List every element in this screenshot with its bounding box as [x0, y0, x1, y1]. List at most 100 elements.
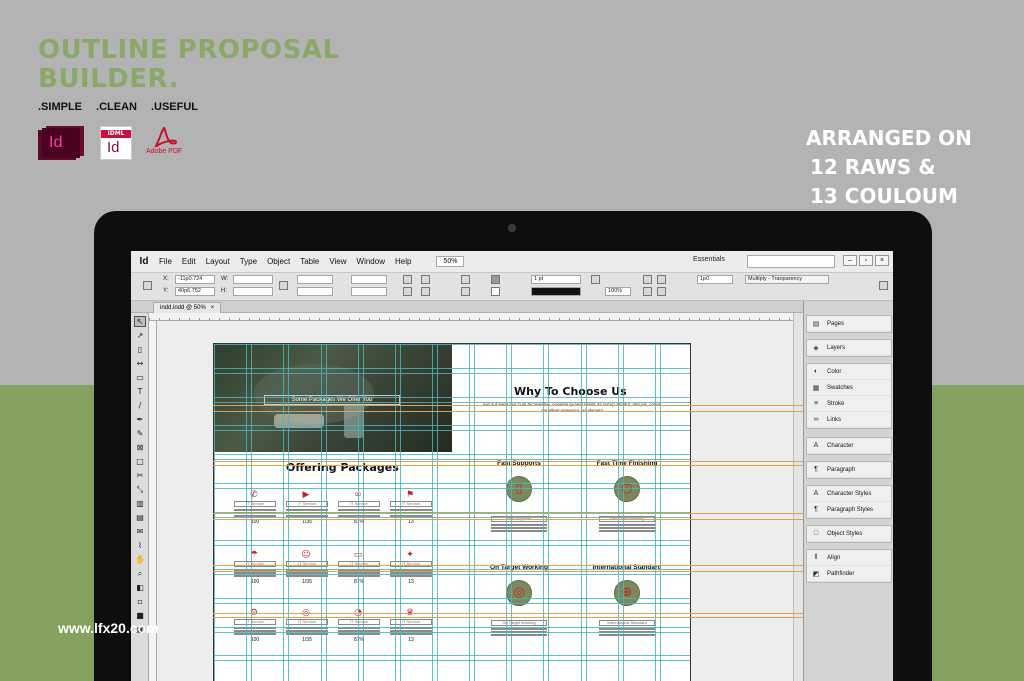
content-collector-icon[interactable]: ▭ — [134, 372, 146, 383]
package-item[interactable]: ☺ IT Service 1/35 — [286, 550, 328, 590]
ruler-guide[interactable] — [213, 519, 803, 520]
panel-pathfinder[interactable]: ◩ Pathfinder — [807, 566, 891, 582]
offering-packages-title[interactable]: Offering Packages — [286, 461, 399, 474]
rotate-field[interactable] — [351, 275, 387, 284]
ruler-guide[interactable] — [213, 617, 803, 618]
offset-field[interactable]: 1p0 — [697, 275, 733, 284]
rectangle-frame-tool-icon[interactable]: ⊠ — [134, 442, 146, 453]
select-container-icon[interactable] — [461, 275, 470, 284]
stroke-type-select[interactable] — [531, 287, 581, 296]
package-item[interactable]: ◎IT Service1/35 — [286, 608, 328, 648]
panel-character-styles[interactable]: A Character Styles — [807, 486, 891, 502]
height-field[interactable] — [233, 287, 273, 296]
package-item[interactable]: ▭IT Service87% — [338, 550, 380, 590]
menu-edit[interactable]: Edit — [177, 257, 201, 266]
rectangle-tool-icon[interactable]: □ — [134, 456, 146, 467]
package-item[interactable]: ☂ IT Service 100 — [234, 550, 276, 590]
scale-x-field[interactable] — [297, 275, 333, 284]
panel-layers[interactable]: ◈ Layers — [807, 340, 891, 356]
ruler-guide[interactable] — [213, 461, 803, 462]
ruler-guide[interactable] — [213, 613, 803, 614]
gradient-tool-icon[interactable]: ▥ — [134, 498, 146, 509]
selection-tool-icon[interactable]: ↖ — [134, 316, 146, 327]
vertical-scrollbar[interactable] — [793, 313, 803, 681]
panel-swatches[interactable]: ▦ Swatches — [807, 380, 891, 396]
menu-layout[interactable]: Layout — [201, 257, 235, 266]
note-tool-icon[interactable]: ✉ — [134, 526, 146, 537]
scale-y-field[interactable] — [297, 287, 333, 296]
close-tab-icon[interactable]: × — [211, 305, 215, 311]
panel-color[interactable]: ◐ Color — [807, 364, 891, 380]
fit-content-icon[interactable] — [643, 275, 652, 284]
fit-frame-icon[interactable] — [657, 275, 666, 284]
zoom-level-select[interactable]: 50% — [436, 256, 465, 267]
panel-paragraph-styles[interactable]: ¶ Paragraph Styles — [807, 502, 891, 518]
search-input[interactable] — [747, 255, 835, 268]
blend-mode-select[interactable]: Multiply - Tranparency — [745, 275, 829, 284]
pen-tool-icon[interactable]: ✒ — [134, 414, 146, 425]
panel-links[interactable]: ∞ Links — [807, 412, 891, 428]
workspace-switcher[interactable]: Essentials — [693, 256, 725, 263]
close-button[interactable]: × — [875, 255, 889, 266]
package-item[interactable]: ♛ IT Service 13 — [390, 608, 432, 648]
hand-tool-icon[interactable]: ✋ — [134, 554, 146, 565]
panel-pages[interactable]: ▤ Pages — [807, 316, 891, 332]
opacity-field[interactable]: 100% — [605, 287, 631, 296]
maximize-button[interactable]: ▫ — [859, 255, 873, 266]
scissors-tool-icon[interactable]: ✂ — [134, 470, 146, 481]
ruler-guide[interactable] — [213, 465, 803, 466]
eyedropper-tool-icon[interactable]: ⌇ — [134, 540, 146, 551]
package-item[interactable]: ▶ IT Service 1/35 — [286, 490, 328, 530]
pencil-tool-icon[interactable]: ✎ — [134, 428, 146, 439]
feature-badge[interactable]: ▯ — [506, 476, 532, 502]
line-tool-icon[interactable]: / — [134, 400, 146, 411]
menu-object[interactable]: Object — [262, 257, 295, 266]
free-transform-tool-icon[interactable]: ⤡ — [134, 484, 146, 495]
package-item[interactable]: ⚙ IT Service 100 — [234, 608, 276, 648]
constrain-proportions-icon[interactable] — [279, 281, 288, 290]
type-tool-icon[interactable]: T — [134, 386, 146, 397]
document-page[interactable]: Some Packages We Offer You Why To Choose… — [213, 343, 691, 681]
stroke-weight-field[interactable]: 1 pt — [531, 275, 581, 284]
rotate-ccw-icon[interactable] — [421, 275, 430, 284]
zoom-tool-icon[interactable]: ⌕ — [134, 568, 146, 579]
flip-vertical-icon[interactable] — [421, 287, 430, 296]
package-item[interactable]: ◔IT Service87% — [338, 608, 380, 648]
panel-align[interactable]: ⫴ Align — [807, 550, 891, 566]
package-item[interactable]: ✆ IT Service 100 — [234, 490, 276, 530]
panel-character[interactable]: A Character — [807, 438, 891, 454]
shear-field[interactable] — [351, 287, 387, 296]
ruler-guide[interactable] — [213, 411, 803, 412]
package-item[interactable]: ⚑ IT Service 13 — [390, 490, 432, 530]
width-field[interactable] — [233, 275, 273, 284]
direct-selection-tool-icon[interactable]: ↗ — [134, 330, 146, 341]
header-photo[interactable]: Some Packages We Offer You — [214, 344, 452, 452]
menu-file[interactable]: File — [154, 257, 177, 266]
ruler-guide[interactable] — [213, 513, 803, 514]
drop-shadow-icon[interactable] — [591, 275, 600, 284]
menu-type[interactable]: Type — [235, 257, 262, 266]
x-position-field[interactable]: -11p0.724 — [175, 275, 215, 284]
menu-table[interactable]: Table — [295, 257, 324, 266]
menu-help[interactable]: Help — [390, 257, 416, 266]
y-position-field[interactable]: 40p6.752 — [175, 287, 215, 296]
minimize-button[interactable]: – — [843, 255, 857, 266]
panel-object-styles[interactable]: □ Object Styles — [807, 526, 891, 542]
document-tab[interactable]: indd.indd @ 50% × — [153, 302, 222, 313]
panel-stroke[interactable]: ≡ Stroke — [807, 396, 891, 412]
rotate-cw-icon[interactable] — [403, 275, 412, 284]
page-tool-icon[interactable]: ▯ — [134, 344, 146, 355]
ruler-guide[interactable] — [213, 405, 803, 406]
horizontal-ruler[interactable] — [149, 313, 803, 321]
fill-stroke-icon[interactable]: ◧ — [134, 582, 146, 593]
panel-paragraph[interactable]: ¶ Paragraph — [807, 462, 891, 478]
menu-view[interactable]: View — [324, 257, 351, 266]
flip-horizontal-icon[interactable] — [403, 287, 412, 296]
package-item[interactable]: ∞IT Service87% — [338, 490, 380, 530]
fill-swatch-icon[interactable] — [491, 275, 500, 284]
gradient-feather-tool-icon[interactable]: ▤ — [134, 512, 146, 523]
gap-tool-icon[interactable]: ↔ — [134, 358, 146, 369]
fill-frame-icon[interactable] — [657, 287, 666, 296]
formatting-affects-icon[interactable]: ▫ — [134, 596, 146, 607]
select-content-icon[interactable] — [461, 287, 470, 296]
